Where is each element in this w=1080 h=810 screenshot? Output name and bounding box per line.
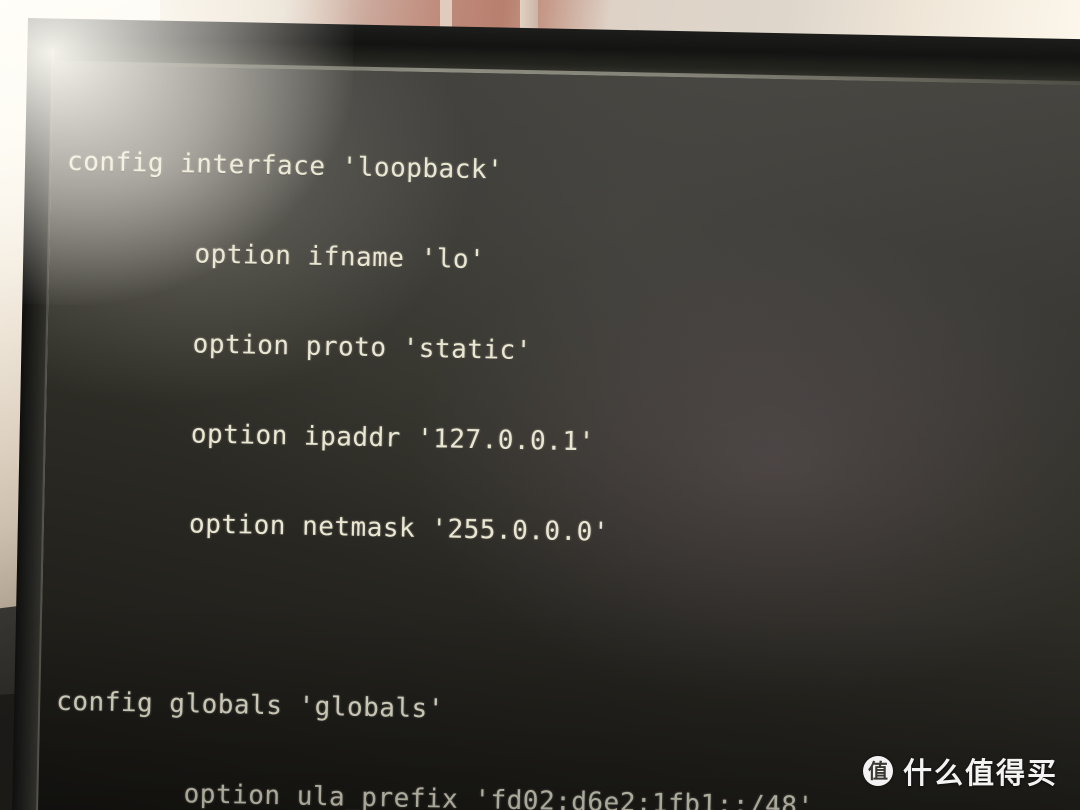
watermark: 值 什么值得买: [862, 750, 1058, 792]
terminal-text[interactable]: config interface 'loopback' option ifnam…: [20, 87, 1080, 810]
config-line: option proto 'static': [63, 326, 533, 367]
config-line: option netmask '255.0.0.0': [59, 506, 610, 548]
monitor-screen: config interface 'loopback' option ifnam…: [0, 0, 1080, 810]
config-line: option ipaddr '127.0.0.1': [61, 416, 595, 458]
config-line: config globals 'globals': [55, 686, 445, 725]
watermark-text: 什么值得买: [902, 756, 1058, 790]
config-line: option ifname 'lo': [65, 236, 486, 276]
config-line: config interface 'loopback': [66, 146, 504, 186]
config-line-blank: [58, 597, 1080, 649]
watermark-logo-icon: 值: [862, 756, 893, 786]
photograph-of-monitor: config interface 'loopback' option ifnam…: [0, 0, 1080, 810]
monitor: config interface 'loopback' option ifnam…: [0, 0, 1080, 810]
